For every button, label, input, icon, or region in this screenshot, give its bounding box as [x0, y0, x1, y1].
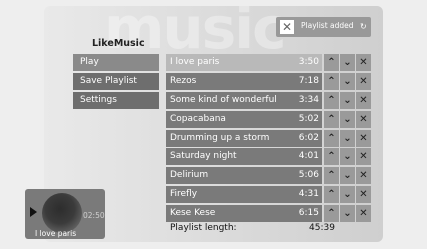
- track-duration: 3:50: [298, 57, 319, 67]
- track-row[interactable]: I love paris 3:50 ⌃ ⌄ ✕: [166, 54, 371, 71]
- playlist-length-label: Playlist length:: [170, 223, 237, 233]
- move-up-icon[interactable]: ⌃: [324, 54, 339, 71]
- track-row[interactable]: Rezos 7:18 ⌃ ⌄ ✕: [166, 72, 371, 90]
- move-down-icon[interactable]: ⌄: [340, 91, 355, 109]
- move-up-icon[interactable]: ⌃: [324, 186, 339, 204]
- track-title: Drumming up a storm: [170, 132, 270, 143]
- track-duration: 5:06: [298, 170, 319, 181]
- track-title: Delirium: [170, 170, 209, 181]
- track-cell[interactable]: Copacabana 5:02: [166, 110, 322, 128]
- move-up-icon[interactable]: ⌃: [324, 167, 339, 185]
- track-duration: 5:02: [298, 113, 319, 124]
- menu-item-settings[interactable]: Settings: [73, 92, 159, 109]
- move-down-icon[interactable]: ⌄: [340, 186, 355, 204]
- track-row[interactable]: Drumming up a storm 6:02 ⌃ ⌄ ✕: [166, 129, 371, 147]
- track-duration: 3:34: [298, 94, 319, 105]
- track-row[interactable]: Kese Kese 6:15 ⌃ ⌄ ✕: [166, 205, 371, 223]
- track-cell[interactable]: I love paris 3:50: [166, 54, 322, 71]
- menu-item-save-playlist[interactable]: Save Playlist: [73, 73, 159, 90]
- move-up-icon[interactable]: ⌃: [324, 72, 339, 90]
- track-cell[interactable]: Kese Kese 6:15: [166, 205, 322, 223]
- device-frame: music LikeMusic Play Save Playlist Setti…: [0, 0, 427, 249]
- delete-icon[interactable]: ✕: [356, 167, 371, 185]
- move-down-icon[interactable]: ⌄: [340, 205, 355, 223]
- move-up-icon[interactable]: ⌃: [324, 205, 339, 223]
- track-duration: 7:18: [298, 75, 319, 86]
- track-title: Firefly: [170, 189, 198, 200]
- track-row[interactable]: Saturday night 4:01 ⌃ ⌄ ✕: [166, 148, 371, 166]
- track-cell[interactable]: Saturday night 4:01: [166, 148, 322, 166]
- track-cell[interactable]: Firefly 4:31: [166, 186, 322, 204]
- close-icon[interactable]: ✕: [280, 20, 294, 34]
- track-cell[interactable]: Some kind of wonderful 3:34: [166, 91, 322, 109]
- track-duration: 6:15: [298, 208, 319, 219]
- move-up-icon[interactable]: ⌃: [324, 129, 339, 147]
- notification-toast: ✕ Playlist added ↻: [276, 17, 371, 37]
- move-down-icon[interactable]: ⌄: [340, 110, 355, 128]
- spinner-icon: ↻: [360, 22, 367, 31]
- delete-icon[interactable]: ✕: [356, 91, 371, 109]
- track-duration: 4:01: [298, 151, 319, 162]
- main-menu: Play Save Playlist Settings: [73, 54, 159, 111]
- now-playing-title: I love paris: [35, 229, 77, 238]
- track-duration: 6:02: [298, 132, 319, 143]
- move-down-icon[interactable]: ⌄: [340, 129, 355, 147]
- move-up-icon[interactable]: ⌃: [324, 148, 339, 166]
- now-playing-time: 02:50: [83, 211, 105, 220]
- track-row[interactable]: Firefly 4:31 ⌃ ⌄ ✕: [166, 186, 371, 204]
- move-up-icon[interactable]: ⌃: [324, 110, 339, 128]
- album-art: [42, 193, 82, 233]
- track-duration: 4:31: [298, 189, 319, 200]
- move-up-icon[interactable]: ⌃: [324, 91, 339, 109]
- move-down-icon[interactable]: ⌄: [340, 54, 355, 71]
- delete-icon[interactable]: ✕: [356, 72, 371, 90]
- playlist-length-value: 45:39: [309, 223, 335, 233]
- delete-icon[interactable]: ✕: [356, 205, 371, 223]
- track-cell[interactable]: Rezos 7:18: [166, 72, 322, 90]
- move-down-icon[interactable]: ⌄: [340, 72, 355, 90]
- play-icon[interactable]: [30, 207, 37, 217]
- track-title: Rezos: [170, 75, 197, 86]
- delete-icon[interactable]: ✕: [356, 148, 371, 166]
- delete-icon[interactable]: ✕: [356, 110, 371, 128]
- track-cell[interactable]: Drumming up a storm 6:02: [166, 129, 322, 147]
- notification-text: Playlist added: [301, 21, 354, 30]
- delete-icon[interactable]: ✕: [356, 54, 371, 71]
- app-title: LikeMusic: [92, 38, 145, 49]
- move-down-icon[interactable]: ⌄: [340, 167, 355, 185]
- now-playing-widget[interactable]: 02:50 I love paris: [25, 189, 105, 239]
- delete-icon[interactable]: ✕: [356, 186, 371, 204]
- track-title: Saturday night: [170, 151, 237, 162]
- playlist: I love paris 3:50 ⌃ ⌄ ✕ Rezos 7:18 ⌃ ⌄ ✕…: [166, 54, 371, 224]
- track-row[interactable]: Delirium 5:06 ⌃ ⌄ ✕: [166, 167, 371, 185]
- delete-icon[interactable]: ✕: [356, 129, 371, 147]
- track-row[interactable]: Copacabana 5:02 ⌃ ⌄ ✕: [166, 110, 371, 128]
- track-title: Kese Kese: [170, 208, 216, 219]
- track-title: I love paris: [170, 57, 220, 67]
- track-row[interactable]: Some kind of wonderful 3:34 ⌃ ⌄ ✕: [166, 91, 371, 109]
- move-down-icon[interactable]: ⌄: [340, 148, 355, 166]
- menu-item-play[interactable]: Play: [73, 54, 159, 71]
- track-title: Copacabana: [170, 113, 226, 124]
- track-cell[interactable]: Delirium 5:06: [166, 167, 322, 185]
- track-title: Some kind of wonderful: [170, 94, 277, 105]
